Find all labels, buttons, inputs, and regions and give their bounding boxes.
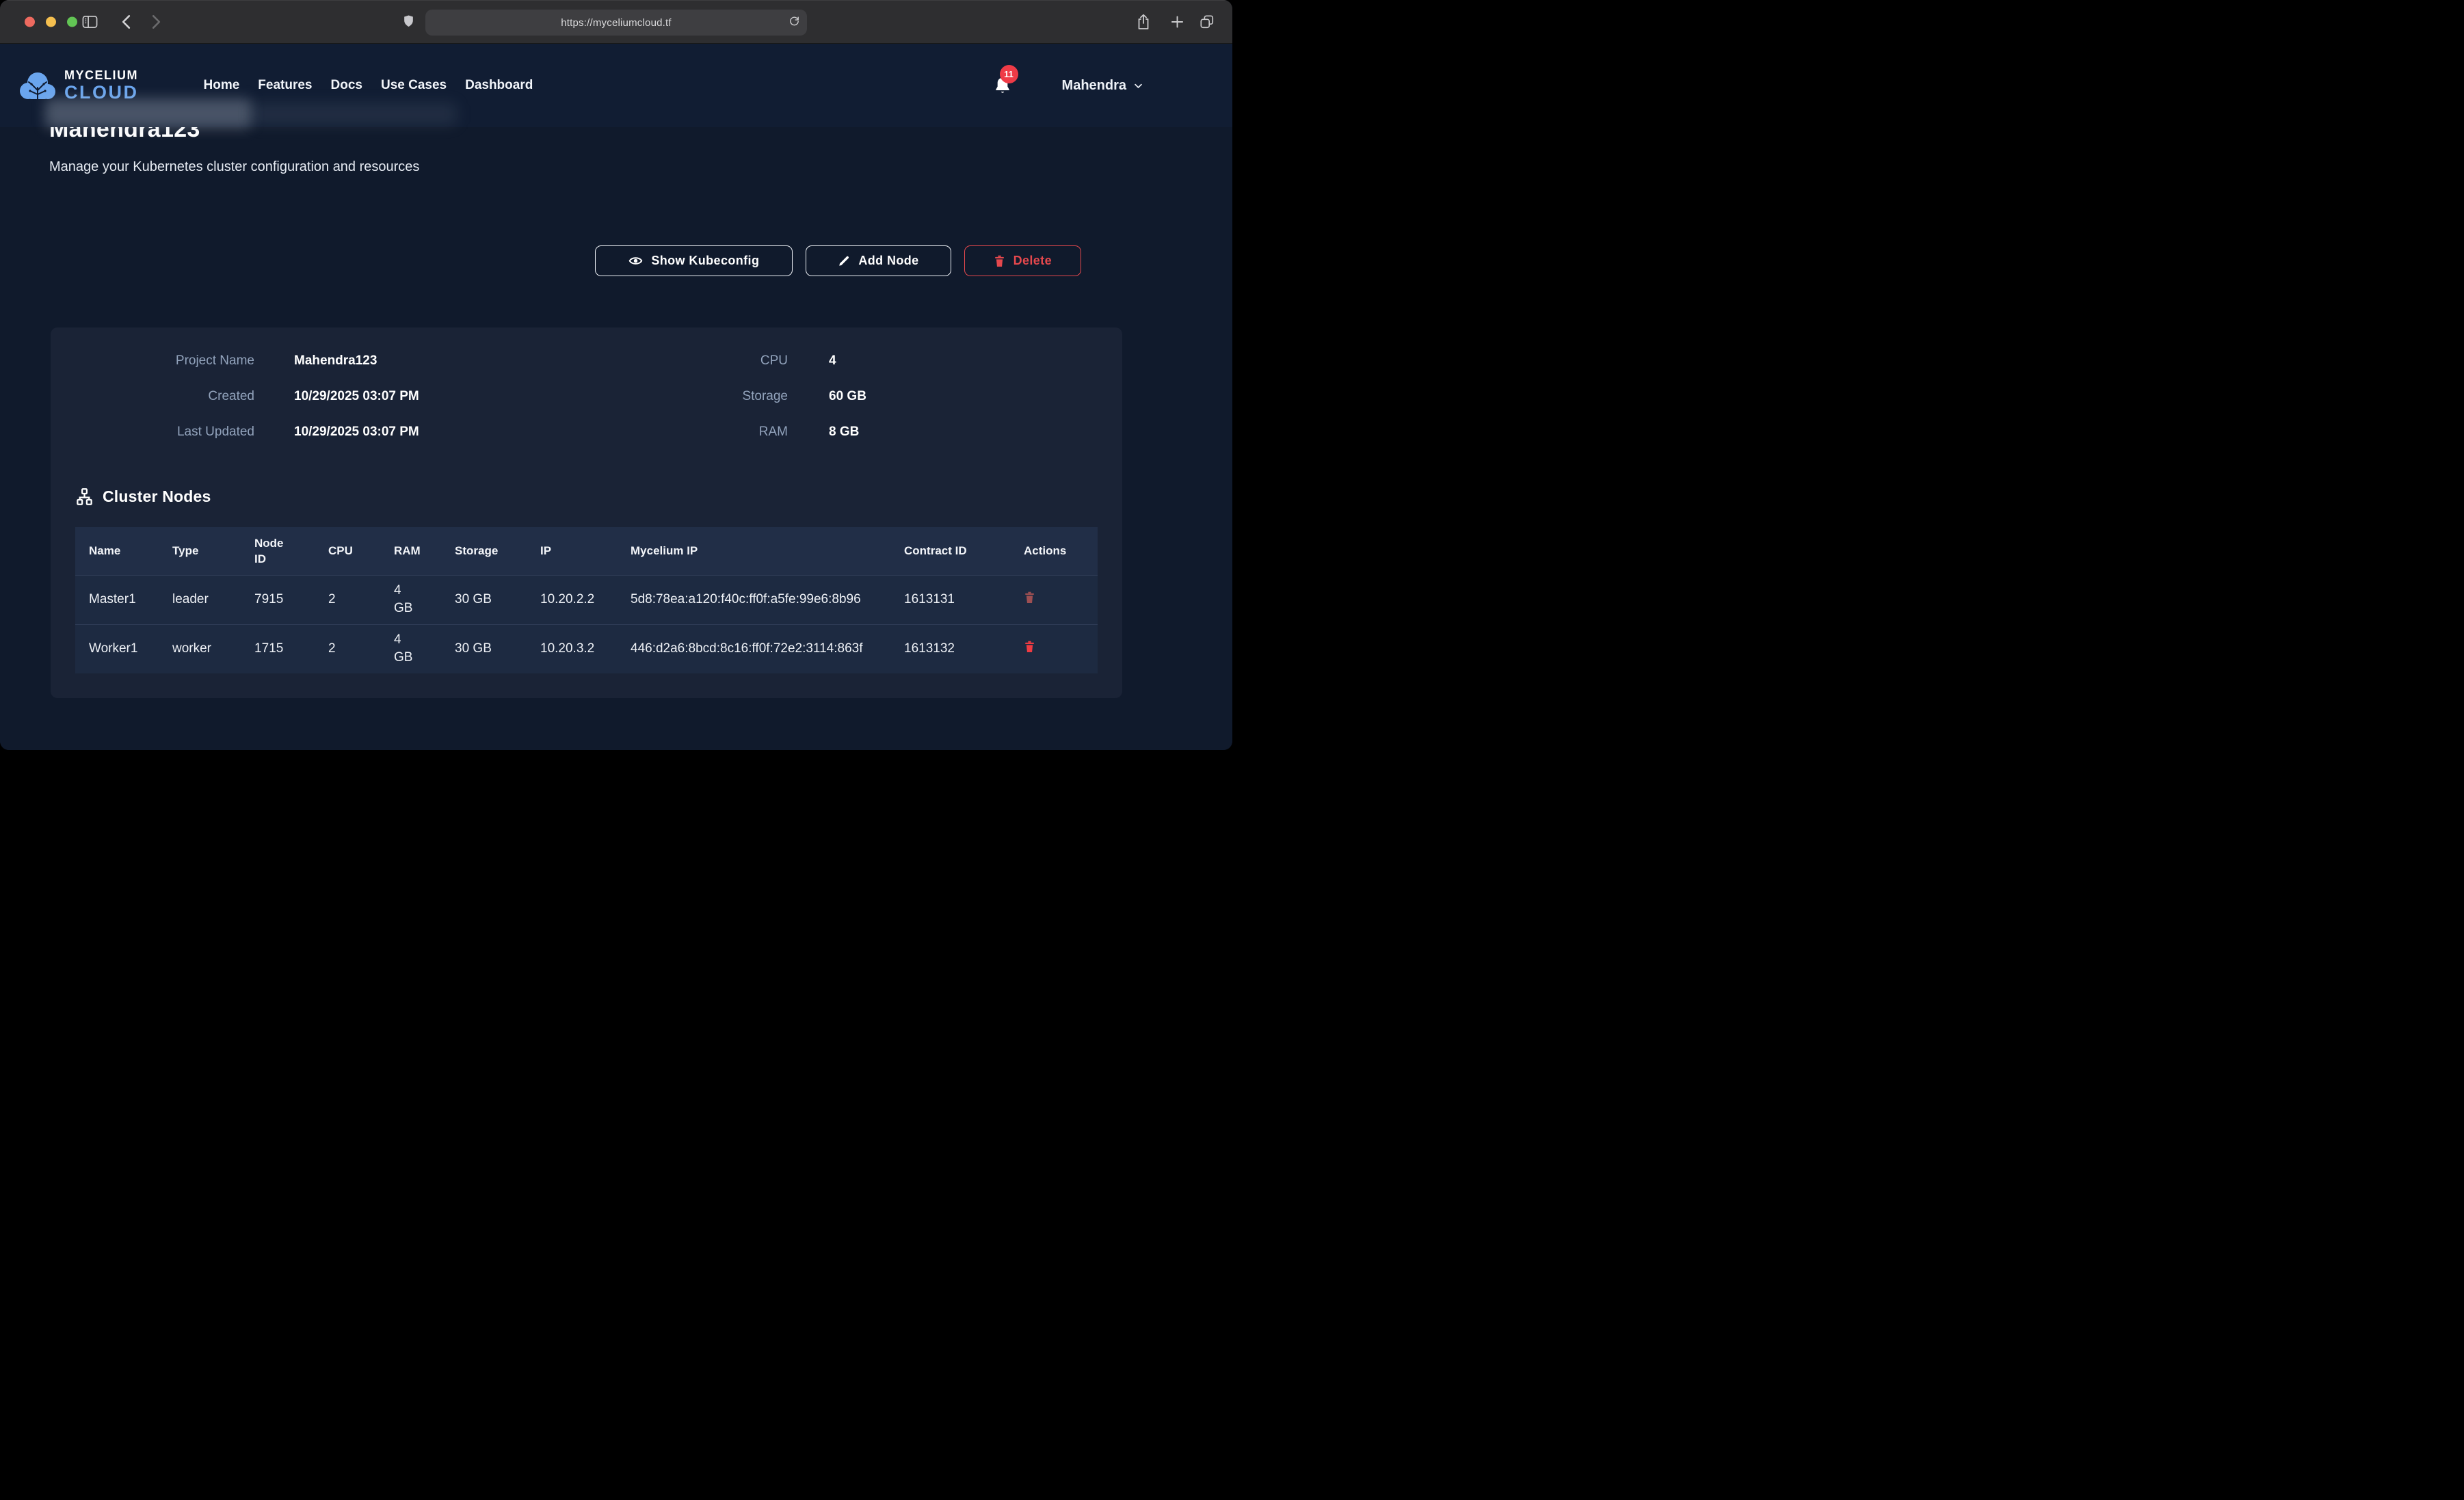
forward-icon[interactable]: [152, 14, 161, 29]
cell-name: Master1: [75, 575, 159, 624]
created-value: 10/29/2025 03:07 PM: [254, 388, 542, 405]
notification-count-badge: 11: [1000, 65, 1018, 83]
nav-link-docs[interactable]: Docs: [331, 78, 362, 93]
minimize-window-button[interactable]: [46, 17, 56, 27]
storage-value: 60 GB: [788, 388, 1122, 405]
window-controls: [25, 17, 77, 27]
cell-node-id: 1715: [241, 624, 315, 673]
chevron-down-icon: [1133, 81, 1143, 91]
browser-window: https://myceliumcloud.tf: [0, 0, 1232, 750]
cell-mycelium-ip: 5d8:78ea:a120:f40c:ff0f:a5fe:99e6:8b96: [617, 575, 890, 624]
header-storage: Storage: [441, 527, 527, 575]
brand-name-top: MYCELIUM: [64, 69, 139, 81]
header-ip: IP: [527, 527, 617, 575]
brand-name-bottom: CLOUD: [64, 83, 139, 102]
cluster-nodes-table: Name Type Node ID CPU RAM Storage IP Myc…: [75, 527, 1098, 673]
cluster-nodes-heading: Cluster Nodes: [75, 487, 1122, 506]
address-bar[interactable]: https://myceliumcloud.tf: [425, 10, 807, 36]
cpu-label: CPU: [542, 352, 788, 370]
privacy-shield-icon[interactable]: [402, 14, 415, 30]
nav-link-home[interactable]: Home: [204, 78, 240, 93]
cluster-card: Project Name Mahendra123 CPU 4 Created 1…: [51, 327, 1122, 698]
cpu-value: 4: [788, 352, 1122, 370]
header-contract-id: Contract ID: [890, 527, 986, 575]
cell-cpu: 2: [315, 575, 380, 624]
cell-name: Worker1: [75, 624, 159, 673]
delete-label: Delete: [1014, 254, 1052, 268]
back-icon[interactable]: [122, 14, 131, 29]
show-kubeconfig-button[interactable]: Show Kubeconfig: [595, 245, 793, 276]
table-header-row: Name Type Node ID CPU RAM Storage IP Myc…: [75, 527, 1098, 575]
header-actions: Actions: [986, 527, 1098, 575]
nav-link-dashboard[interactable]: Dashboard: [465, 78, 533, 93]
page-title-clip: Mahendra123: [49, 127, 1232, 144]
nav-links: Home Features Docs Use Cases Dashboard: [204, 78, 533, 93]
url-text: https://myceliumcloud.tf: [561, 17, 672, 29]
trash-icon: [994, 254, 1005, 267]
cell-cpu: 2: [315, 624, 380, 673]
cluster-info-grid: Project Name Mahendra123 CPU 4 Created 1…: [51, 327, 1122, 441]
cell-ip: 10.20.3.2: [527, 624, 617, 673]
user-name: Mahendra: [1062, 78, 1126, 94]
ram-value: 8 GB: [788, 423, 1122, 441]
show-kubeconfig-label: Show Kubeconfig: [651, 254, 759, 268]
header-type: Type: [159, 527, 241, 575]
cell-mycelium-ip: 446:d2a6:8bcd:8c16:ff0f:72e2:3114:863f: [617, 624, 890, 673]
sidebar-toggle-icon[interactable]: [82, 15, 98, 29]
page-content: Mahendra123 Manage your Kubernetes clust…: [0, 127, 1232, 750]
created-label: Created: [51, 388, 254, 405]
cluster-actions: Show Kubeconfig Add Node Delete: [0, 245, 1081, 276]
mycelium-cloud-icon: [18, 70, 57, 101]
delete-cluster-button[interactable]: Delete: [964, 245, 1081, 276]
cell-contract-id: 1613132: [890, 624, 986, 673]
nav-link-features[interactable]: Features: [258, 78, 312, 93]
pencil-icon: [838, 255, 850, 267]
zoom-window-button[interactable]: [67, 17, 77, 27]
header-node-id: Node ID: [241, 527, 315, 575]
header-ram: RAM: [380, 527, 441, 575]
project-name-value: Mahendra123: [254, 352, 542, 370]
cell-node-id: 7915: [241, 575, 315, 624]
header-mycelium-ip: Mycelium IP: [617, 527, 890, 575]
cell-ip: 10.20.2.2: [527, 575, 617, 624]
table-row-master1: Master1 leader 7915 2 4 GB 30 GB 10.20.2…: [75, 575, 1098, 624]
reload-icon[interactable]: [789, 15, 800, 30]
trash-icon: [1024, 640, 1035, 653]
last-updated-value: 10/29/2025 03:07 PM: [254, 423, 542, 441]
user-menu[interactable]: Mahendra: [1062, 78, 1143, 94]
cell-type: leader: [159, 575, 241, 624]
last-updated-label: Last Updated: [51, 423, 254, 441]
cell-type: worker: [159, 624, 241, 673]
trash-icon: [1024, 591, 1035, 604]
add-node-button[interactable]: Add Node: [806, 245, 951, 276]
cell-contract-id: 1613131: [890, 575, 986, 624]
storage-label: Storage: [542, 388, 788, 405]
brand-logo[interactable]: MYCELIUM CLOUD: [18, 69, 139, 102]
site-navbar: MYCELIUM CLOUD Home Features Docs Use Ca…: [0, 44, 1232, 127]
ram-label: RAM: [542, 423, 788, 441]
share-icon[interactable]: [1137, 14, 1150, 30]
delete-node-button[interactable]: [1024, 640, 1035, 655]
delete-node-button[interactable]: [1024, 591, 1035, 606]
header-name: Name: [75, 527, 159, 575]
page-title: Mahendra123: [49, 127, 1232, 144]
add-node-label: Add Node: [858, 254, 918, 268]
cluster-nodes-title: Cluster Nodes: [103, 487, 211, 506]
eye-icon: [628, 254, 643, 268]
page-subtitle: Manage your Kubernetes cluster configura…: [49, 158, 1232, 176]
network-nodes-icon: [75, 487, 94, 506]
header-cpu: CPU: [315, 527, 380, 575]
cell-storage: 30 GB: [441, 624, 527, 673]
browser-chrome: https://myceliumcloud.tf: [0, 0, 1232, 44]
tab-overview-icon[interactable]: [1200, 14, 1215, 29]
cell-storage: 30 GB: [441, 575, 527, 624]
close-window-button[interactable]: [25, 17, 35, 27]
project-name-label: Project Name: [51, 352, 254, 370]
table-row-worker1: Worker1 worker 1715 2 4 GB 30 GB 10.20.3…: [75, 624, 1098, 673]
nav-link-use-cases[interactable]: Use Cases: [381, 78, 447, 93]
notifications-button[interactable]: 11: [994, 76, 1011, 95]
cell-ram: 4 GB: [380, 624, 441, 673]
new-tab-icon[interactable]: [1171, 16, 1184, 29]
cell-ram: 4 GB: [380, 575, 441, 624]
